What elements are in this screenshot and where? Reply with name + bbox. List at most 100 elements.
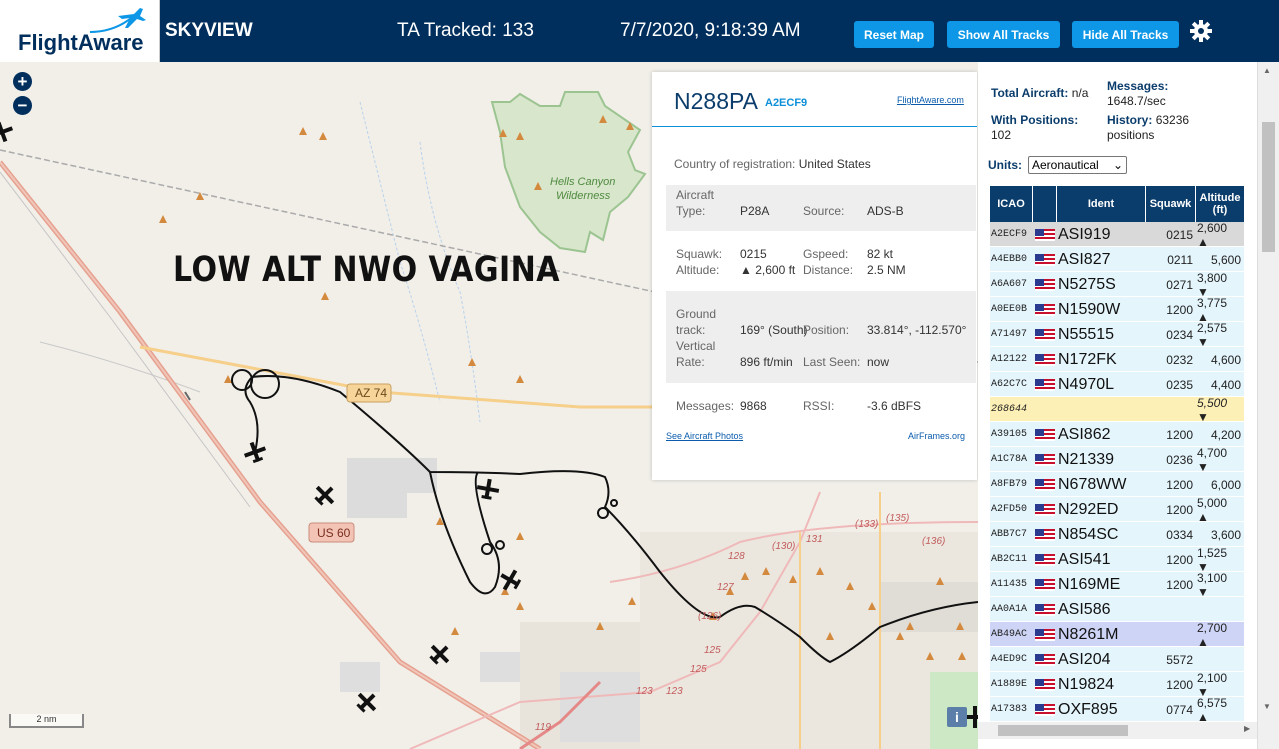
table-row[interactable]: A12122 N172FK 0232 4,600	[990, 347, 1244, 372]
ground-track-label: Ground	[676, 307, 717, 321]
squawk-cell: 0215	[1166, 227, 1193, 242]
hide-all-tracks-button[interactable]: Hide All Tracks	[1072, 21, 1179, 48]
altitude-label: Altitude:	[676, 263, 720, 277]
table-row[interactable]: A8FB79 N678WW 1200 6,000	[990, 472, 1244, 497]
table-row[interactable]: AB49AC N8261M 2,700 ▲	[990, 621, 1244, 649]
altitude-cell: 6,575 ▲	[1197, 695, 1228, 724]
altitude-cell: 5,500 ▼	[1197, 395, 1228, 424]
ident-cell: ASI862	[1058, 425, 1111, 443]
flag-cell	[1034, 447, 1056, 472]
icao-cell: 268644	[991, 404, 1028, 415]
altitude-cell	[1197, 597, 1244, 622]
icao-cell: A0EE0B	[991, 304, 1028, 315]
table-row[interactable]: AB2C11 ASI541 1200 1,525 ▼	[990, 546, 1244, 574]
info-button[interactable]: i	[947, 707, 967, 727]
vertical-rate-value: 896 ft/min	[740, 355, 793, 369]
wilderness-label-2: Wilderness	[556, 190, 611, 202]
table-row[interactable]: A2ECF9 ASI919 0215 2,600 ▲	[990, 221, 1244, 249]
scrollbar-thumb[interactable]	[1262, 122, 1275, 252]
scroll-up-icon[interactable]: ▲	[1263, 66, 1271, 75]
table-row[interactable]: A6A607 N5275S 0271 3,800 ▼	[990, 270, 1244, 299]
units-select[interactable]: Aeronautical ⌄	[1028, 156, 1127, 174]
altitude-cell: 3,100 ▼	[1197, 570, 1228, 599]
col-squawk-header[interactable]: Squawk	[1146, 186, 1196, 222]
scroll-down-icon[interactable]: ▼	[1263, 702, 1271, 711]
scroll-right-icon[interactable]: ▶	[1244, 724, 1250, 733]
source-value: ADS-B	[867, 204, 904, 218]
table-row[interactable]: A71497 N55515 0234 2,575 ▼	[990, 321, 1244, 349]
table-row[interactable]: A62C7C N4970L 0235 4,400	[990, 372, 1244, 397]
ident-cell: ASI919	[1058, 225, 1111, 243]
zoom-out-button[interactable]: −	[13, 96, 32, 115]
altitude-cell: 6,000	[1210, 477, 1241, 492]
altitude-value: ▲ 2,600 ft	[740, 263, 796, 277]
flag-cell	[1034, 497, 1056, 522]
history-label: History:	[1107, 113, 1153, 127]
col-flag-header[interactable]	[1033, 186, 1057, 222]
top-bar: FlightAware SKYVIEW TA Tracked: 133 7/7/…	[0, 0, 1279, 62]
rssi-label: RSSI:	[803, 399, 835, 413]
flightaware-link[interactable]: FlightAware.com	[897, 95, 964, 105]
reset-map-button[interactable]: Reset Map	[854, 21, 934, 48]
zoom-in-button[interactable]: +	[13, 72, 32, 91]
table-row[interactable]: AA0A1A ASI586	[990, 597, 1244, 622]
us-flag-icon	[1035, 503, 1055, 516]
ident-cell: N1590W	[1058, 300, 1121, 318]
horizontal-scrollbar[interactable]: ▶	[978, 722, 1257, 739]
table-row[interactable]: A17383 OXF895 0774 6,575 ▲	[990, 695, 1244, 724]
show-all-tracks-button[interactable]: Show All Tracks	[947, 21, 1060, 48]
scrollbar-thumb[interactable]	[998, 725, 1128, 736]
altitude-cell: 3,800 ▼	[1197, 270, 1228, 299]
ident-cell: N678WW	[1058, 475, 1127, 493]
table-row[interactable]: A0EE0B N1590W 1200 3,775 ▲	[990, 296, 1244, 324]
altitude-cell: 3,600	[1210, 527, 1241, 542]
route-label: (136)	[922, 536, 945, 547]
vertical-scrollbar[interactable]: ▲ ▼	[1257, 62, 1279, 749]
us-flag-icon	[1035, 578, 1055, 591]
last-seen-label: Last Seen:	[803, 355, 861, 369]
units-label: Units:	[988, 158, 1022, 172]
popup-header: N288PA A2ECF9 FlightAware.com	[652, 72, 977, 127]
table-row[interactable]: A11435 N169ME 1200 3,100 ▼	[990, 570, 1244, 599]
gear-icon[interactable]	[1189, 19, 1213, 43]
us-flag-icon	[1035, 553, 1055, 566]
squawk-cell: 0232	[1166, 352, 1193, 367]
squawk-cell	[1147, 397, 1196, 422]
flag-cell	[1034, 247, 1056, 272]
table-row[interactable]: A4ED9C ASI204 5572	[990, 647, 1244, 672]
icao-cell: A12122	[991, 354, 1028, 365]
table-row[interactable]: A1C78A N21339 0236 4,700 ▼	[990, 446, 1244, 474]
us-flag-icon	[1035, 678, 1055, 691]
route-label: 131	[806, 534, 823, 545]
aircraft-photos-link[interactable]: See Aircraft Photos	[666, 431, 743, 441]
ident-cell: ASI204	[1058, 650, 1111, 668]
table-row[interactable]: ABB7C7 N854SC 0334 3,600	[990, 522, 1244, 547]
airframes-link[interactable]: AirFrames.org	[908, 431, 965, 441]
col-icao-header[interactable]: ICAO	[990, 186, 1033, 222]
col-ident-header[interactable]: Ident	[1057, 186, 1146, 222]
route-label: 123	[666, 686, 683, 697]
table-row[interactable]: A39105 ASI862 1200 4,200	[990, 422, 1244, 447]
table-row[interactable]: 268644 5,500 ▼	[990, 395, 1244, 424]
altitude-header-label: Altitude	[1199, 192, 1241, 204]
col-altitude-header[interactable]: Altitude (ft)	[1196, 186, 1244, 222]
table-row[interactable]: A1889E N19824 1200 2,100 ▼	[990, 671, 1244, 699]
total-aircraft-label: Total Aircraft:	[991, 86, 1069, 100]
flightaware-logo[interactable]: FlightAware	[0, 0, 160, 62]
route-label: 125	[690, 664, 707, 675]
history-unit: positions	[1107, 128, 1155, 142]
distance-value: 2.5 NM	[867, 263, 906, 277]
icao-cell: ABB7C7	[991, 529, 1028, 540]
icao-cell: A6A607	[991, 279, 1028, 290]
table-row[interactable]: A4EBB0 ASI827 0211 5,600	[990, 247, 1244, 272]
us-flag-icon	[1035, 453, 1055, 466]
icao-cell: A2FD50	[991, 504, 1028, 515]
flag-cell	[1034, 322, 1056, 347]
position-value: 33.814°, -112.570°	[867, 323, 967, 337]
squawk-cell: 1200	[1166, 477, 1193, 492]
squawk-cell: 1200	[1166, 552, 1193, 567]
wilderness-label-1: Hells Canyon	[550, 176, 615, 188]
squawk-value: 0215	[740, 247, 767, 261]
messages-rate-value: 1648.7/sec	[1107, 94, 1166, 108]
table-row[interactable]: A2FD50 N292ED 1200 5,000 ▲	[990, 496, 1244, 524]
